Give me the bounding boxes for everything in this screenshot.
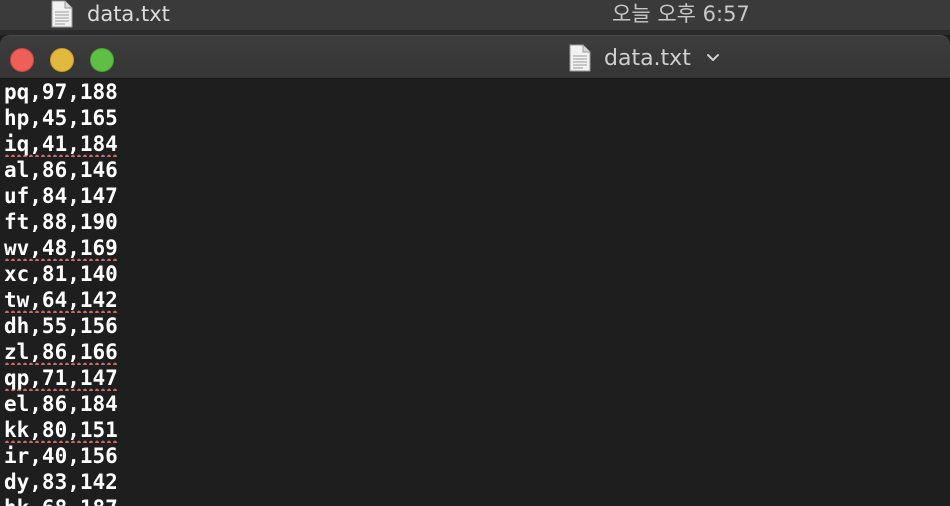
text-line[interactable]: hp,45,165 (4, 105, 118, 131)
text-line[interactable]: tw,64,142 (4, 287, 118, 313)
text-line[interactable]: al,86,146 (4, 157, 118, 183)
window-titlebar[interactable]: data.txt (0, 35, 950, 79)
menubar-clock[interactable]: 오늘 오후 6:57 (612, 1, 750, 27)
document-icon (51, 0, 73, 28)
text-line[interactable]: zl,86,166 (4, 339, 118, 365)
text-line[interactable]: ir,40,156 (4, 443, 118, 469)
text-line[interactable]: dy,83,142 (4, 469, 118, 495)
text-line[interactable]: dh,55,156 (4, 313, 118, 339)
text-line[interactable]: hk,68,187 (4, 495, 118, 506)
menu-bar: data.txt 오늘 오후 6:57 (0, 0, 950, 30)
text-line[interactable]: pq,97,188 (4, 79, 118, 105)
text-editor-area[interactable]: pq,97,188 hp,45,165 iq,41,184 al,86,146 … (0, 79, 950, 506)
text-line[interactable]: ft,88,190 (4, 209, 118, 235)
text-line[interactable]: qp,71,147 (4, 365, 118, 391)
document-icon (569, 44, 591, 72)
text-line[interactable]: xc,81,140 (4, 261, 118, 287)
text-line[interactable]: wv,48,169 (4, 235, 118, 261)
text-line[interactable]: iq,41,184 (4, 131, 118, 157)
minimize-window-button[interactable] (50, 48, 74, 72)
text-line[interactable]: el,86,184 (4, 391, 118, 417)
chevron-down-icon[interactable] (706, 52, 720, 62)
text-line[interactable]: uf,84,147 (4, 183, 118, 209)
window-title[interactable]: data.txt (604, 45, 691, 73)
close-window-button[interactable] (10, 48, 34, 72)
menubar-file-title[interactable]: data.txt (87, 1, 170, 27)
text-line[interactable]: kk,80,151 (4, 417, 118, 443)
zoom-window-button[interactable] (90, 48, 114, 72)
